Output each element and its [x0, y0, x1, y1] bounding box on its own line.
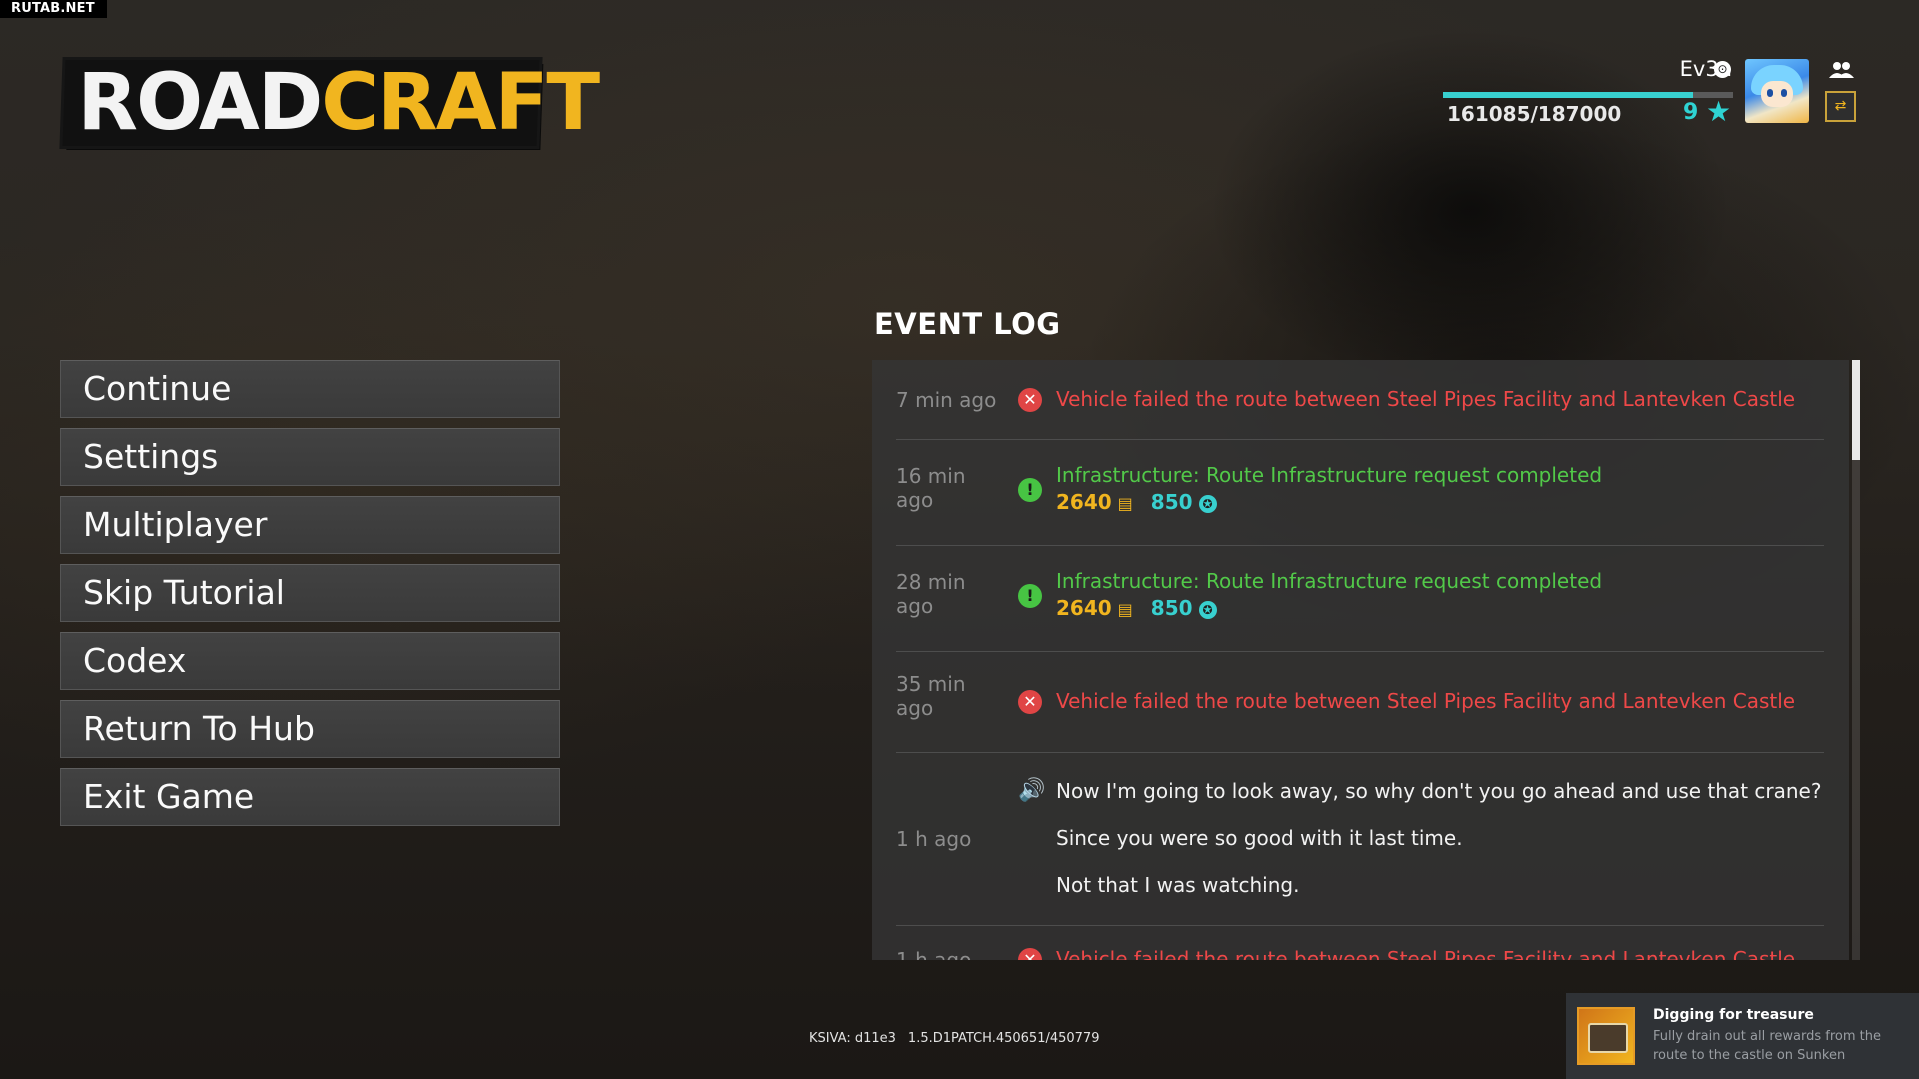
money-reward: 2640: [1056, 490, 1112, 514]
speaker-icon: 🔊: [1018, 778, 1046, 803]
steam-icon: ⊙: [1714, 61, 1731, 78]
achievement-title: Digging for treasure: [1653, 1007, 1814, 1023]
entry-time: 16 min ago: [896, 464, 966, 512]
main-menu: Continue Settings Multiplayer Skip Tutor…: [60, 360, 560, 836]
success-icon: !: [1018, 584, 1042, 608]
scrollbar-thumb[interactable]: [1852, 360, 1860, 460]
ksiva-label: KSIVA: d11e3: [809, 1031, 896, 1046]
achievement-toast: Digging for treasure Fully drain out all…: [1566, 993, 1919, 1079]
fail-icon: ✕: [1018, 948, 1042, 960]
money-reward: 2640: [1056, 596, 1112, 620]
log-entry: 16 min ago ! Infrastructure: Route Infra…: [896, 440, 1824, 546]
entry-message: Vehicle failed the route between Steel P…: [1056, 947, 1796, 960]
entry-message: Vehicle failed the route between Steel P…: [1056, 689, 1796, 713]
xp-progress-fill: [1443, 92, 1693, 98]
exit-game-button[interactable]: Exit Game: [60, 768, 560, 826]
friends-icon[interactable]: [1827, 60, 1855, 80]
fail-icon: ✕: [1018, 388, 1042, 412]
multiplayer-button[interactable]: Multiplayer: [60, 496, 560, 554]
entry-rewards: 2640 ▤ 850 ✪: [1056, 596, 1217, 620]
fail-icon: ✕: [1018, 690, 1042, 714]
log-entry: 7 min ago ✕ Vehicle failed the route bet…: [896, 360, 1824, 440]
version-info: KSIVA: d11e3 1.5.D1PATCH.450651/450779: [809, 1031, 1111, 1046]
achievement-description: Fully drain out all rewards from the rou…: [1653, 1029, 1881, 1063]
xp-icon: ✪: [1198, 600, 1217, 619]
xp-icon: ✪: [1198, 494, 1217, 513]
logo-road: ROAD: [77, 58, 323, 148]
xp-readout: 161085/187000: [1447, 102, 1622, 126]
settings-button[interactable]: Settings: [60, 428, 560, 486]
entry-time: 28 min ago: [896, 570, 966, 618]
watermark: RUTAB.NET: [0, 0, 107, 18]
entry-message: Vehicle failed the route between Steel P…: [1056, 387, 1796, 411]
entry-time: 7 min ago: [896, 388, 997, 412]
event-log-title: EVENT LOG: [874, 307, 1061, 341]
xp-progress-bar: [1443, 92, 1733, 98]
logo-craft: CRAFT: [321, 58, 600, 148]
build-label: 1.5.D1PATCH.450651/450779: [907, 1031, 1100, 1046]
money-icon: ▤: [1117, 600, 1133, 619]
log-entry: 35 min ago ✕ Vehicle failed the route be…: [896, 652, 1824, 753]
quote-line: Since you were so good with it last time…: [1056, 826, 1463, 850]
success-icon: !: [1018, 478, 1042, 502]
xp-reward: 850: [1150, 596, 1193, 620]
level-star-icon: ★: [1706, 95, 1732, 128]
entry-time: 1 h ago: [896, 827, 972, 851]
game-logo: ROADCRAFT: [77, 58, 600, 148]
log-entry: 28 min ago ! Infrastructure: Route Infra…: [896, 546, 1824, 652]
log-entry: 1 h ago ✕ Vehicle failed the route betwe…: [896, 926, 1824, 960]
quote-line: Now I'm going to look away, so why don't…: [1056, 779, 1822, 803]
entry-message: Infrastructure: Route Infrastructure req…: [1056, 569, 1603, 593]
continue-button[interactable]: Continue: [60, 360, 560, 418]
entry-message: Infrastructure: Route Infrastructure req…: [1056, 463, 1603, 487]
treasure-chest-icon: [1577, 1007, 1635, 1065]
avatar[interactable]: [1745, 59, 1809, 123]
event-log-panel[interactable]: 7 min ago ✕ Vehicle failed the route bet…: [872, 360, 1849, 960]
codex-button[interactable]: Codex: [60, 632, 560, 690]
player-level: 9: [1683, 100, 1699, 125]
entry-time: 1 h ago: [896, 948, 972, 960]
return-to-hub-button[interactable]: Return To Hub: [60, 700, 560, 758]
skip-tutorial-button[interactable]: Skip Tutorial: [60, 564, 560, 622]
quote-line: Not that I was watching.: [1056, 873, 1300, 897]
event-log-scrollbar[interactable]: [1852, 360, 1860, 960]
money-icon: ▤: [1117, 494, 1133, 513]
entry-rewards: 2640 ▤ 850 ✪: [1056, 490, 1217, 514]
switch-profile-button[interactable]: ⇄: [1825, 91, 1856, 122]
xp-reward: 850: [1150, 490, 1193, 514]
entry-time: 35 min ago: [896, 672, 966, 720]
log-entry: 1 h ago 🔊 Now I'm going to look away, so…: [896, 753, 1824, 926]
